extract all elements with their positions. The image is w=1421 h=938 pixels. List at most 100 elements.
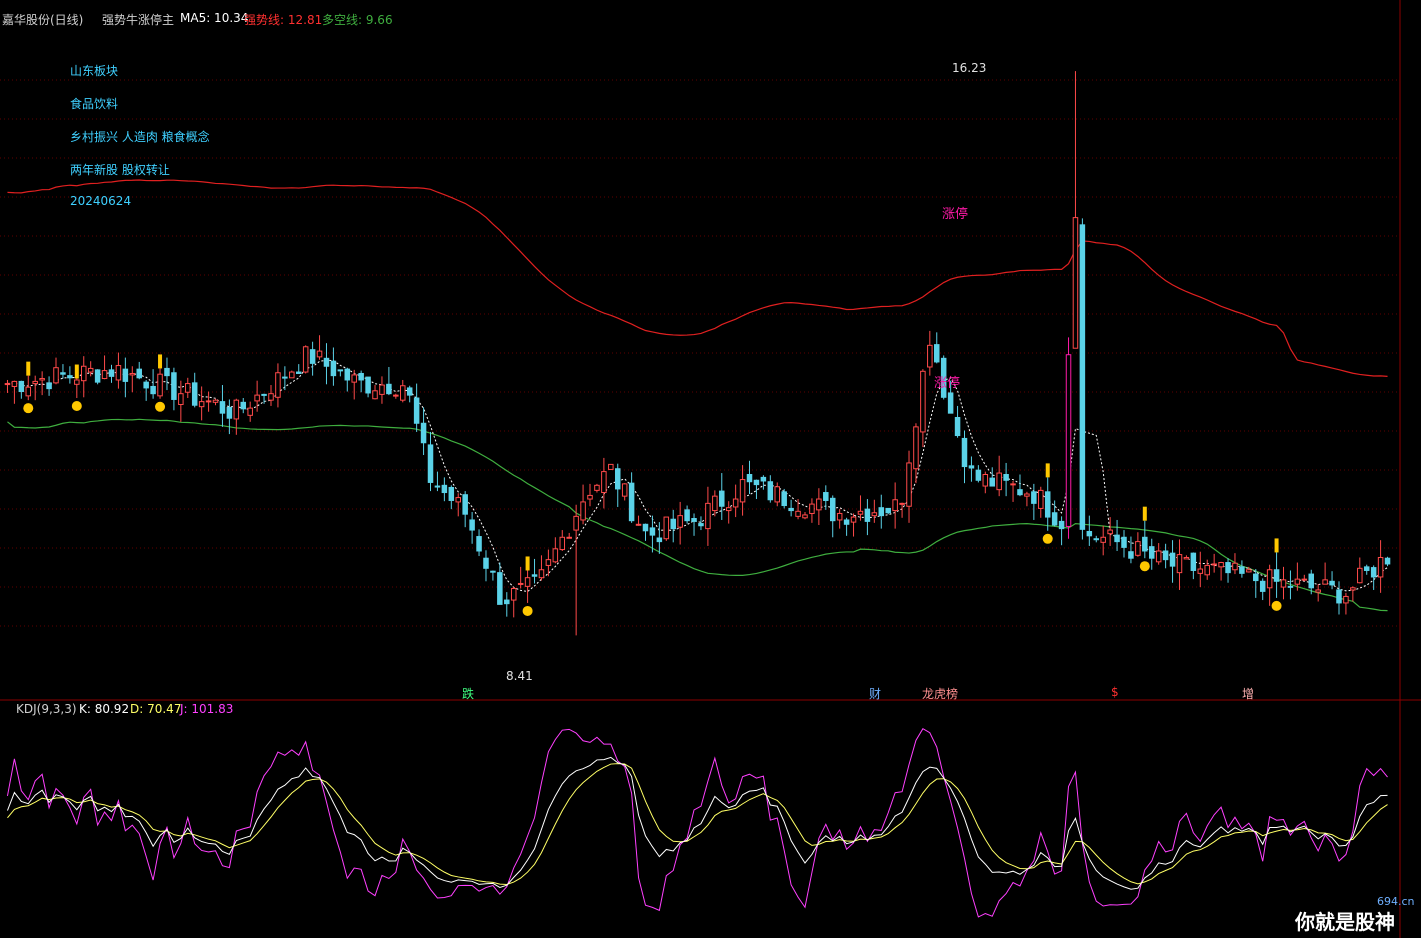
candle-body [760, 476, 767, 482]
coin-icon [23, 403, 34, 414]
candle-body [164, 367, 170, 377]
candle-body [920, 370, 926, 433]
candle-body [351, 374, 357, 383]
candle-body [1079, 224, 1086, 530]
coin-icon [71, 401, 82, 412]
candle-body [1072, 217, 1079, 349]
candle-body [330, 360, 337, 377]
candle-body [406, 387, 413, 396]
candle-body [878, 507, 885, 517]
candle-body [191, 382, 198, 406]
event-marker-drop[interactable]: 跌 [462, 685, 474, 702]
signal-bar [1045, 463, 1050, 478]
candle-body [1024, 493, 1030, 497]
candle-body [80, 365, 87, 382]
candle-body [982, 474, 989, 487]
candle-body [656, 537, 663, 543]
candle-body [1107, 529, 1113, 535]
candle-body [906, 462, 912, 507]
candle-body [614, 468, 621, 490]
candle-body [309, 349, 316, 364]
candle-body [1148, 546, 1155, 559]
candle-body [621, 483, 628, 497]
candle-body [365, 376, 371, 394]
candle-body [1225, 562, 1231, 574]
kline-chart[interactable] [0, 0, 1421, 938]
candle-body [524, 577, 531, 587]
limit-up-label-2: 涨停 [934, 376, 961, 391]
candle-body [698, 523, 704, 527]
candle-body [892, 499, 898, 512]
candle-body [1211, 563, 1217, 566]
candle-body [573, 515, 579, 531]
kdj-lines [6, 728, 1388, 918]
candle-body [642, 523, 649, 532]
info-line-4: 20240624 [70, 194, 132, 208]
candle-body [1301, 578, 1308, 581]
candle-body [171, 372, 177, 400]
candle-body [434, 485, 441, 488]
candle-body [427, 444, 434, 483]
candle-body [1121, 536, 1127, 548]
candle-body [358, 372, 364, 381]
candle-body [670, 518, 676, 530]
candle-body [219, 401, 226, 414]
candle-body [469, 519, 475, 531]
kdj-title: KDJ(9,3,3) [16, 702, 77, 716]
kdj-d-line [7, 763, 1388, 885]
candle-body [1169, 552, 1176, 567]
info-line-0: 山东板块 [70, 64, 119, 78]
candle-body [767, 481, 774, 501]
candle-body [1142, 536, 1148, 552]
candle-body [1183, 556, 1190, 560]
candle-body [212, 399, 219, 403]
event-marker-increase[interactable]: 增 [1242, 685, 1254, 702]
event-marker-dollar[interactable]: $ [1111, 685, 1119, 699]
candle-body [289, 371, 295, 379]
candle-body [823, 492, 829, 501]
coin-icon [1139, 561, 1150, 572]
candle-body [205, 400, 212, 403]
candle-body [60, 372, 66, 375]
candle-body [836, 512, 843, 521]
candle-body [545, 559, 552, 566]
coin-icon [1042, 533, 1053, 544]
candle-body [975, 469, 982, 481]
longshort-polyline [7, 418, 1388, 612]
candle-body [809, 503, 815, 514]
candle-body [247, 407, 253, 416]
event-marker-finance[interactable]: 财 [869, 685, 881, 702]
candle-body [448, 486, 455, 501]
candle-body [1190, 552, 1197, 571]
candle-body [198, 401, 205, 408]
candle-body [1031, 491, 1037, 504]
candle-body [719, 490, 725, 507]
candle-body [913, 426, 919, 470]
candle-body [510, 588, 517, 601]
candle-body [663, 516, 670, 540]
candle-body [1239, 566, 1245, 574]
strong-line-value: 强势线: 12.81 [244, 13, 323, 27]
candle-body [268, 393, 274, 401]
candle-body [282, 376, 288, 379]
strong-trend-line [7, 179, 1388, 378]
candle-body [594, 484, 600, 491]
candle-body [455, 497, 461, 503]
candle-body [552, 548, 559, 563]
event-marker-dragon-tiger[interactable]: 龙虎榜 [922, 685, 958, 702]
candle-body [413, 397, 420, 424]
stock-title: 嘉华股份(日线) [2, 13, 84, 27]
candle-body [1363, 566, 1370, 571]
candle-body [1058, 520, 1065, 530]
candle-body [1350, 587, 1356, 591]
candle-body [829, 497, 836, 522]
kdj-k-line [7, 756, 1388, 890]
candle-body [178, 393, 184, 406]
candle-body [94, 369, 101, 383]
candle-body [788, 507, 794, 512]
candle-body [441, 484, 448, 494]
info-line-1: 食品饮料 [70, 97, 119, 111]
candle-body [150, 385, 156, 395]
candle-body [490, 570, 496, 573]
signal-bar [1142, 506, 1147, 521]
